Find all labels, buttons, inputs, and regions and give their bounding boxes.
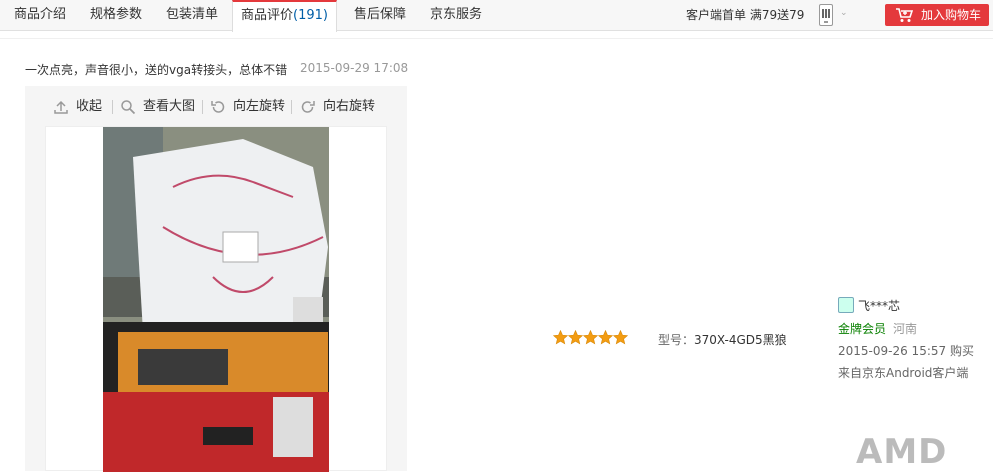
star-icon	[553, 330, 568, 345]
model-label: 型号：	[658, 333, 695, 347]
toolbar-separator	[202, 100, 203, 114]
photo-frame	[45, 126, 387, 472]
tab-specs[interactable]: 规格参数	[90, 0, 142, 31]
rotate-left-icon	[211, 101, 225, 113]
phone-qr-icon[interactable]	[819, 4, 833, 26]
member-level: 金牌会员	[838, 322, 887, 336]
user-region: 河南	[893, 322, 918, 336]
magnifier-icon	[121, 100, 136, 115]
amd-watermark: AMD	[856, 432, 948, 472]
image-viewer: 收起 查看大图 向左旋转 向右旋转	[25, 86, 407, 472]
review-source: 来自京东Android客户端	[838, 366, 969, 380]
user-avatar[interactable]	[838, 297, 854, 313]
star-icon	[583, 330, 598, 345]
purchase-time: 2015-09-26 15:57 购买	[838, 344, 974, 358]
tab-reviews[interactable]: 商品评价(191)	[232, 0, 337, 32]
add-to-cart-button[interactable]: 加入购物车	[885, 4, 989, 26]
rotate-right-label: 向右旋转	[323, 99, 376, 114]
app-promo-text[interactable]: 客户端首单 满79送79	[686, 0, 804, 30]
toolbar-separator	[112, 100, 113, 114]
review-time: 2015-09-29 17:08	[300, 61, 409, 75]
product-model: 型号：370X-4GD5黑狼	[658, 331, 787, 348]
tab-jd-service[interactable]: 京东服务	[430, 0, 482, 31]
toolbar-separator	[291, 100, 292, 114]
product-tab-bar: 商品介绍 规格参数 包装清单 商品评价(191) 售后保障 京东服务 客户端首单…	[0, 0, 993, 32]
review-photo[interactable]	[103, 127, 329, 472]
tab-reviews-label: 商品评价	[241, 8, 294, 23]
tab-package-list[interactable]: 包装清单	[166, 0, 218, 31]
star-icon	[568, 330, 583, 345]
review-photo-image	[103, 127, 329, 472]
user-name[interactable]: 飞***芯	[858, 297, 900, 314]
collapse-icon	[54, 100, 68, 114]
model-value: 370X-4GD5黑狼	[694, 333, 787, 347]
collapse-label: 收起	[76, 99, 103, 114]
tab-reviews-count: (191)	[293, 8, 328, 23]
star-icon	[613, 330, 628, 345]
rotate-right-icon	[301, 101, 315, 113]
tab-after-sales[interactable]: 售后保障	[354, 0, 406, 31]
content-divider	[0, 38, 993, 39]
rotate-left-label: 向左旋转	[233, 99, 286, 114]
rating-stars	[553, 330, 628, 346]
review-text: 一次点亮，声音很小，送的vga转接头，总体不错	[25, 63, 288, 77]
star-icon	[598, 330, 613, 345]
view-large-label: 查看大图	[143, 99, 196, 114]
tab-product-intro[interactable]: 商品介绍	[14, 0, 66, 31]
cart-icon	[896, 8, 913, 22]
chevron-down-icon[interactable]: ⌄	[840, 8, 848, 18]
add-to-cart-label: 加入购物车	[921, 8, 982, 22]
